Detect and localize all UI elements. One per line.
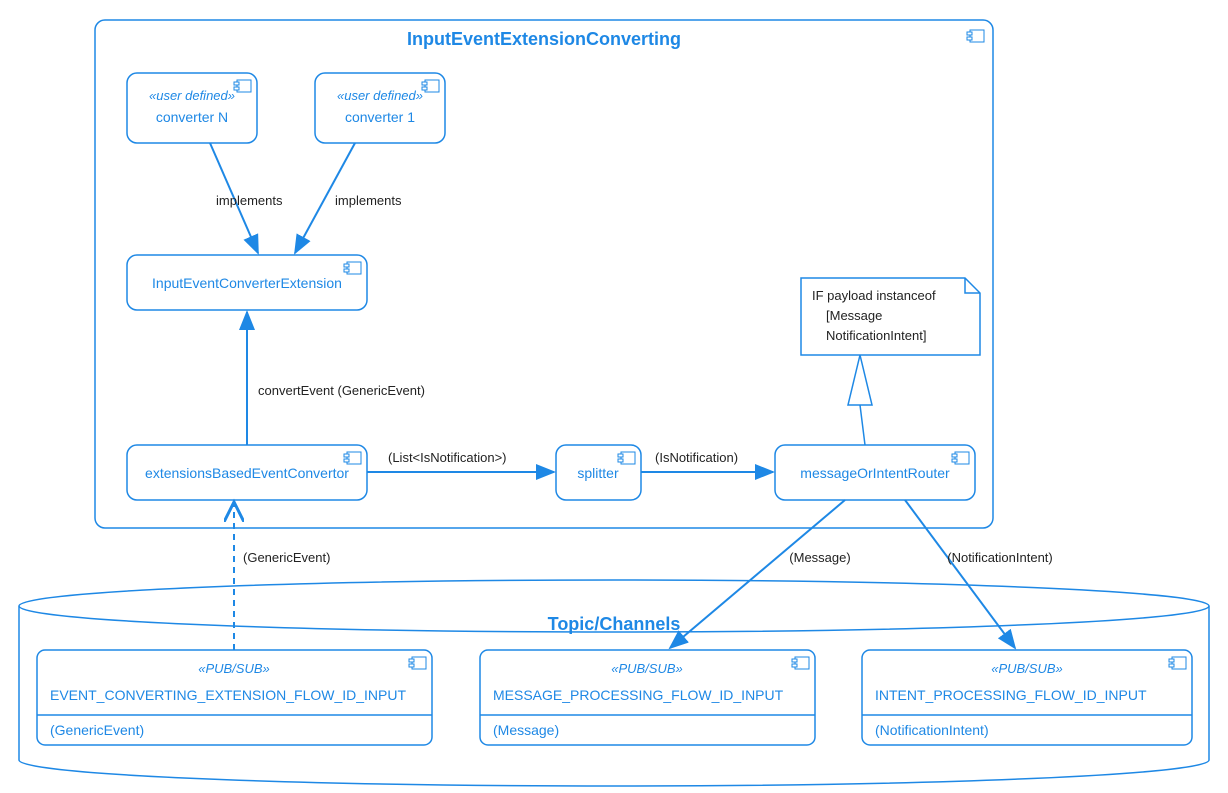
edge-is-notification-label: (IsNotification) <box>655 450 738 465</box>
channel2-payload: (Message) <box>493 722 559 738</box>
converter-1-stereotype: «user defined» <box>337 88 423 103</box>
converter-1-name: converter 1 <box>345 109 415 125</box>
channel1-payload: (GenericEvent) <box>50 722 144 738</box>
edge-list-notification-label: (List<IsNotification>) <box>388 450 507 465</box>
channel3-name: INTENT_PROCESSING_FLOW_ID_INPUT <box>875 687 1147 703</box>
channel3-payload: (NotificationIntent) <box>875 722 989 738</box>
edge-implements-n-label: implements <box>216 193 283 208</box>
channels-title: Topic/Channels <box>548 614 681 634</box>
event-convertor-name: extensionsBasedEventConvertor <box>145 465 349 481</box>
converter-n-stereotype: «user defined» <box>149 88 235 103</box>
edge-notification-intent-label: (NotificationIntent) <box>947 550 1053 565</box>
component-converter-1: «user defined» converter 1 <box>315 73 445 143</box>
splitter-name: splitter <box>577 465 619 481</box>
converter-n-name: converter N <box>156 109 228 125</box>
component-input-event-converter-extension: InputEventConverterExtension <box>127 255 367 310</box>
note-line1: IF payload instanceof <box>812 288 936 303</box>
component-splitter: splitter <box>556 445 641 500</box>
channel2-name: MESSAGE_PROCESSING_FLOW_ID_INPUT <box>493 687 784 703</box>
component-converter-n: «user defined» converter N <box>127 73 257 143</box>
channel2-stereotype: «PUB/SUB» <box>611 661 683 676</box>
edge-message-label: (Message) <box>789 550 850 565</box>
package-title: InputEventExtensionConverting <box>407 29 681 49</box>
channel-intent-processing: «PUB/SUB» INTENT_PROCESSING_FLOW_ID_INPU… <box>862 650 1192 745</box>
note-line3: NotificationIntent] <box>826 328 926 343</box>
component-extensions-based-event-convertor: extensionsBasedEventConvertor <box>127 445 367 500</box>
channel-message-processing: «PUB/SUB» MESSAGE_PROCESSING_FLOW_ID_INP… <box>480 650 815 745</box>
edge-convert-event-label: convertEvent (GenericEvent) <box>258 383 425 398</box>
channel-event-converting: «PUB/SUB» EVENT_CONVERTING_EXTENSION_FLO… <box>37 650 432 745</box>
channel1-stereotype: «PUB/SUB» <box>198 661 270 676</box>
edge-implements-1-label: implements <box>335 193 402 208</box>
component-message-or-intent-router: messageOrIntentRouter <box>775 445 975 500</box>
extension-iface-name: InputEventConverterExtension <box>152 275 342 291</box>
router-name: messageOrIntentRouter <box>800 465 950 481</box>
note-line2: [Message <box>826 308 882 323</box>
edge-generic-event-label: (GenericEvent) <box>243 550 330 565</box>
channel1-name: EVENT_CONVERTING_EXTENSION_FLOW_ID_INPUT <box>50 687 406 703</box>
channel3-stereotype: «PUB/SUB» <box>991 661 1063 676</box>
